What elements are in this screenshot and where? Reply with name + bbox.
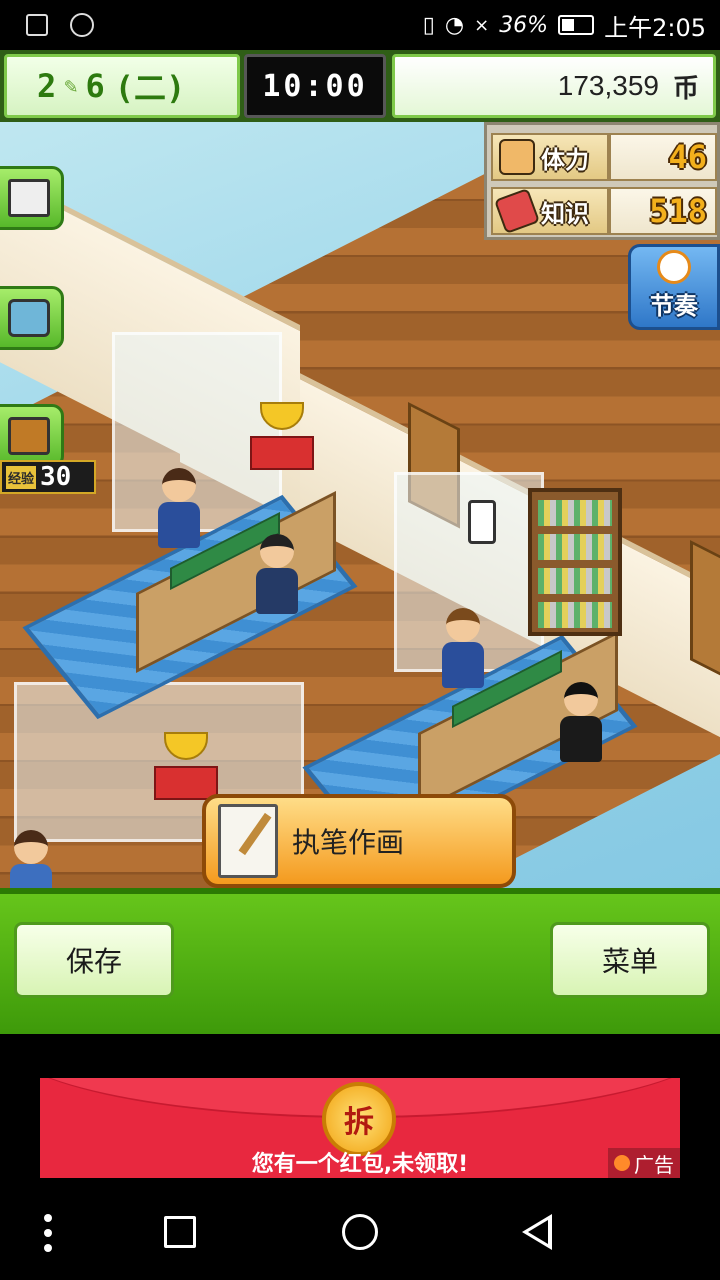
exp-value: 30 xyxy=(40,462,72,492)
stamina-icon xyxy=(499,139,535,175)
stamina-label: 体力 xyxy=(541,145,589,174)
save-button[interactable]: 保存 xyxy=(14,922,174,998)
stamina-row: 体力 46 xyxy=(491,131,717,183)
navigation-bar xyxy=(0,1190,720,1280)
knowledge-value: 518 xyxy=(609,187,717,235)
stamina-value: 46 xyxy=(609,133,717,181)
bookshelf xyxy=(528,488,622,636)
bottle-icon[interactable] xyxy=(468,500,496,544)
status-time: 上午2:05 xyxy=(604,13,706,42)
briefcase-icon xyxy=(8,417,50,455)
menu-button[interactable]: 菜单 xyxy=(550,922,710,998)
staff-member[interactable] xyxy=(254,534,300,620)
pencil-icon: ✎ xyxy=(64,73,78,99)
stamina-label-box: 体力 xyxy=(491,133,609,181)
wifi-icon: ◔ xyxy=(444,12,465,38)
manuscript-pen-icon xyxy=(218,804,278,878)
ad-logo-icon xyxy=(614,1155,630,1171)
ad-tag: 广告 xyxy=(608,1148,680,1178)
exp-label: 经验 xyxy=(6,465,37,489)
camera-button[interactable] xyxy=(0,286,64,350)
weekday-value: (二) xyxy=(114,69,186,107)
image-icon xyxy=(26,14,48,36)
back-icon[interactable] xyxy=(522,1214,552,1250)
bottom-menu-bar: 保存 菜单 xyxy=(0,888,720,1034)
ad-banner[interactable]: 拆 您有一个红包,未领取! 广告 xyxy=(40,1078,680,1178)
knowledge-icon xyxy=(493,187,541,235)
vibrate-icon: ▯ xyxy=(422,12,435,38)
draw-manuscript-label: 执笔作画 xyxy=(292,826,405,859)
home-icon[interactable] xyxy=(342,1214,378,1250)
ad-message: 您有一个红包,未领取! xyxy=(251,1152,469,1177)
rhythm-button[interactable]: 节奏 xyxy=(628,244,720,330)
knowledge-row: 知识 518 xyxy=(491,185,717,237)
studio-scene[interactable]: 经验 30 体力 46 知识 518 节奏 执笔作画 xyxy=(0,122,720,888)
draw-manuscript-button[interactable]: 执笔作画 xyxy=(202,794,516,888)
date-display: 2 ✎ 6 (二) xyxy=(4,54,240,118)
briefcase-button[interactable] xyxy=(0,404,64,468)
staff-member[interactable] xyxy=(8,830,54,888)
battery-percent: 36% xyxy=(499,12,549,38)
notebook-pencil-icon xyxy=(8,179,50,217)
staff-member[interactable] xyxy=(440,608,486,694)
recent-apps-icon[interactable] xyxy=(164,1216,196,1248)
experience-badge: 经验 30 xyxy=(0,460,96,494)
trophy xyxy=(154,732,218,802)
staff-member[interactable] xyxy=(558,682,604,768)
money-value: 173,359 xyxy=(557,70,659,101)
knowledge-label-box: 知识 xyxy=(491,187,609,235)
stats-panel: 体力 46 知识 518 xyxy=(484,122,720,240)
staff-member[interactable] xyxy=(156,468,202,554)
trophy xyxy=(250,402,314,472)
open-red-packet-button[interactable]: 拆 xyxy=(322,1082,396,1156)
notebook-button[interactable] xyxy=(0,166,64,230)
game-top-bar: 2 ✎ 6 (二) 10:00 173,359 币 xyxy=(0,50,720,122)
status-bar: ▯ ◔ × 36% 上午2:05 xyxy=(0,0,720,50)
game-clock: 10:00 xyxy=(244,54,386,118)
game-screen: ▯ ◔ × 36% 上午2:05 2 ✎ 6 (二) 10:00 173,359… xyxy=(0,0,720,1280)
camera-icon xyxy=(8,299,50,337)
ad-tag-label: 广告 xyxy=(634,1152,674,1177)
alarm-clock-icon xyxy=(657,250,691,284)
knowledge-label: 知识 xyxy=(541,199,589,228)
timer-icon xyxy=(70,13,94,37)
money-unit: 币 xyxy=(672,72,699,103)
week-value: 6 xyxy=(85,67,105,105)
door-right xyxy=(690,540,720,681)
signal-mark: × xyxy=(474,14,490,36)
battery-icon xyxy=(558,15,595,35)
more-options-icon[interactable] xyxy=(44,1214,54,1252)
money-display: 173,359 币 xyxy=(392,54,716,118)
month-value: 2 xyxy=(37,67,57,105)
rhythm-label: 节奏 xyxy=(650,292,698,320)
